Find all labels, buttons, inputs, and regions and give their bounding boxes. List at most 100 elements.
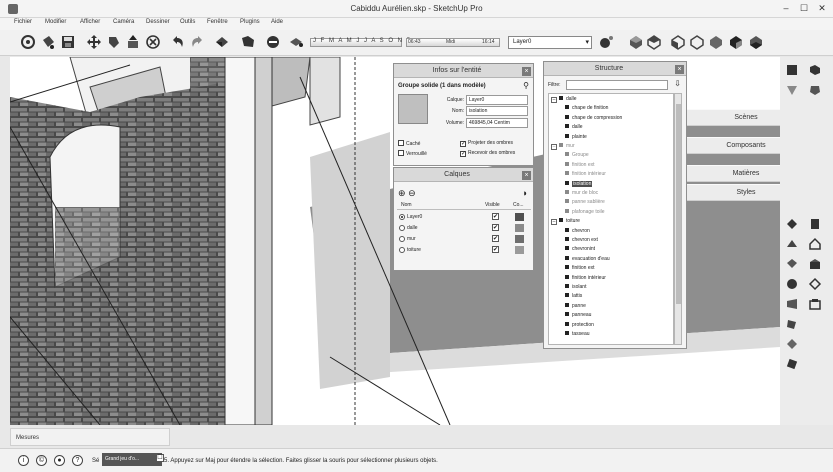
tree-item[interactable]: panne: [565, 302, 586, 312]
locked-checkbox[interactable]: Verrouillé: [398, 150, 427, 157]
active-layer-radio[interactable]: [399, 247, 405, 253]
layer-visible-checkbox[interactable]: ✔: [492, 235, 499, 242]
active-layer-radio[interactable]: [399, 236, 405, 242]
tree-item[interactable]: chevronint: [565, 246, 595, 255]
axes-icon[interactable]: [785, 257, 799, 271]
tree-item[interactable]: protection: [565, 321, 594, 331]
tree-item[interactable]: plainte: [565, 133, 587, 143]
scrollbar-thumb[interactable]: [676, 104, 681, 304]
tree-item[interactable]: finition ext: [565, 265, 595, 274]
tree-item[interactable]: plafonage toile: [565, 208, 605, 218]
tree-item[interactable]: tasseau: [565, 331, 590, 340]
component-icon[interactable]: [288, 34, 304, 50]
tape-measure-icon[interactable]: [785, 217, 799, 231]
move-icon[interactable]: [86, 34, 102, 50]
iso-view-icon[interactable]: [628, 34, 644, 50]
tree-item[interactable]: isolation: [565, 180, 593, 190]
tree-item[interactable]: evacuation d'eau: [565, 255, 610, 265]
col-color[interactable]: Co...: [513, 202, 524, 208]
entity-info-header[interactable]: Infos sur l'entité ×: [394, 64, 533, 78]
orbit-icon[interactable]: [20, 34, 36, 50]
remove-layer-icon[interactable]: ⊖: [408, 188, 416, 198]
details-icon[interactable]: ◑: [522, 188, 527, 198]
name-field[interactable]: isolation: [466, 106, 528, 116]
outliner-scrollbar[interactable]: [674, 93, 682, 345]
protractor-icon[interactable]: [808, 217, 822, 231]
tree-item[interactable]: finition intérieur: [565, 274, 606, 284]
tree-item[interactable]: finition ext: [565, 161, 595, 171]
active-layer-radio[interactable]: [399, 214, 405, 220]
dimension-icon[interactable]: [785, 237, 799, 251]
orbit-tool-icon[interactable]: [785, 277, 799, 291]
layer-dropdown[interactable]: Layer0 ▾: [508, 36, 592, 49]
help-icon[interactable]: ?: [72, 455, 83, 466]
tree-item[interactable]: panne sablière: [565, 199, 605, 208]
credits-icon[interactable]: ©: [36, 455, 47, 466]
look-around-icon[interactable]: [785, 337, 799, 351]
layer-visible-checkbox[interactable]: ✔: [492, 224, 499, 231]
warehouse-icon[interactable]: [808, 257, 822, 271]
left-view-icon[interactable]: [728, 34, 744, 50]
paint-tool-icon[interactable]: [808, 83, 822, 97]
layer-color-swatch[interactable]: [515, 235, 524, 243]
taskbar-close-icon[interactable]: ☐: [156, 454, 164, 462]
layer-row[interactable]: dalle ✔: [397, 224, 531, 233]
section-icon[interactable]: [265, 34, 281, 50]
material-swatch[interactable]: [398, 94, 428, 124]
geolocation-icon[interactable]: i: [18, 455, 29, 466]
close-icon[interactable]: ×: [522, 171, 531, 180]
tree-item[interactable]: chape de finition: [565, 105, 608, 114]
layer-manager-icon[interactable]: [598, 34, 614, 50]
minimize-button[interactable]: –: [778, 2, 794, 14]
tree-item[interactable]: lattis: [565, 293, 582, 302]
close-icon[interactable]: ×: [675, 65, 684, 74]
close-icon[interactable]: ×: [522, 67, 531, 76]
pin-icon[interactable]: ⚲: [523, 81, 529, 90]
filter-input[interactable]: [566, 80, 668, 90]
outliner-tree[interactable]: – dalle chape de finition chape de compress…: [548, 93, 674, 345]
select-icon[interactable]: [785, 63, 799, 77]
collapse-icon[interactable]: –: [551, 97, 557, 103]
eraser-tool-icon[interactable]: [785, 83, 799, 97]
menu-camera[interactable]: Caméra: [113, 19, 134, 25]
hidden-checkbox[interactable]: Caché: [398, 140, 420, 147]
top-view-icon[interactable]: [646, 34, 662, 50]
layer-color-swatch[interactable]: [515, 224, 524, 232]
add-layer-icon[interactable]: ⊕: [398, 188, 406, 198]
layer-color-swatch[interactable]: [515, 213, 524, 221]
tree-item[interactable]: panneau: [565, 312, 591, 321]
menu-dessiner[interactable]: Dessiner: [146, 19, 170, 25]
menu-afficher[interactable]: Afficher: [80, 19, 100, 25]
menu-outils[interactable]: Outils: [180, 19, 195, 25]
layer-visible-checkbox[interactable]: ✔: [492, 213, 499, 220]
collapse-icon[interactable]: –: [551, 144, 557, 150]
redo-icon[interactable]: [189, 34, 205, 50]
tree-group-node[interactable]: – toiture: [551, 218, 580, 227]
erase-icon[interactable]: [145, 34, 161, 50]
close-button[interactable]: ✕: [814, 2, 830, 14]
menu-modifier[interactable]: Modifier: [45, 19, 66, 25]
menu-fenetre[interactable]: Fenêtre: [207, 19, 228, 25]
layer-row[interactable]: Layer0 ✔: [397, 213, 531, 222]
paint-icon[interactable]: [106, 34, 122, 50]
tree-item[interactable]: mur de bloc: [565, 190, 598, 199]
save-icon[interactable]: [60, 34, 76, 50]
text-tool-icon[interactable]: [808, 277, 822, 291]
col-visible[interactable]: Visible: [485, 202, 500, 208]
components-tool-icon[interactable]: [808, 63, 822, 77]
bottom-view-icon[interactable]: [748, 34, 764, 50]
undo-icon[interactable]: [170, 34, 186, 50]
layers-header[interactable]: Calques ×: [394, 168, 533, 182]
tree-item[interactable]: chevron ext: [565, 237, 598, 246]
tree-item[interactable]: finition intérieur: [565, 171, 606, 180]
user-icon[interactable]: ●: [54, 455, 65, 466]
home-icon[interactable]: [808, 237, 822, 251]
menu-fichier[interactable]: Fichier: [14, 19, 32, 25]
tree-item[interactable]: isolant: [565, 284, 586, 293]
tree-group-node[interactable]: – dalle: [551, 96, 577, 105]
walk-tool-icon[interactable]: [785, 317, 799, 331]
tree-item[interactable]: Groupe: [565, 152, 589, 161]
menu-aide[interactable]: Aide: [271, 19, 283, 25]
position-camera-icon[interactable]: [785, 357, 799, 371]
right-view-icon[interactable]: [689, 34, 705, 50]
